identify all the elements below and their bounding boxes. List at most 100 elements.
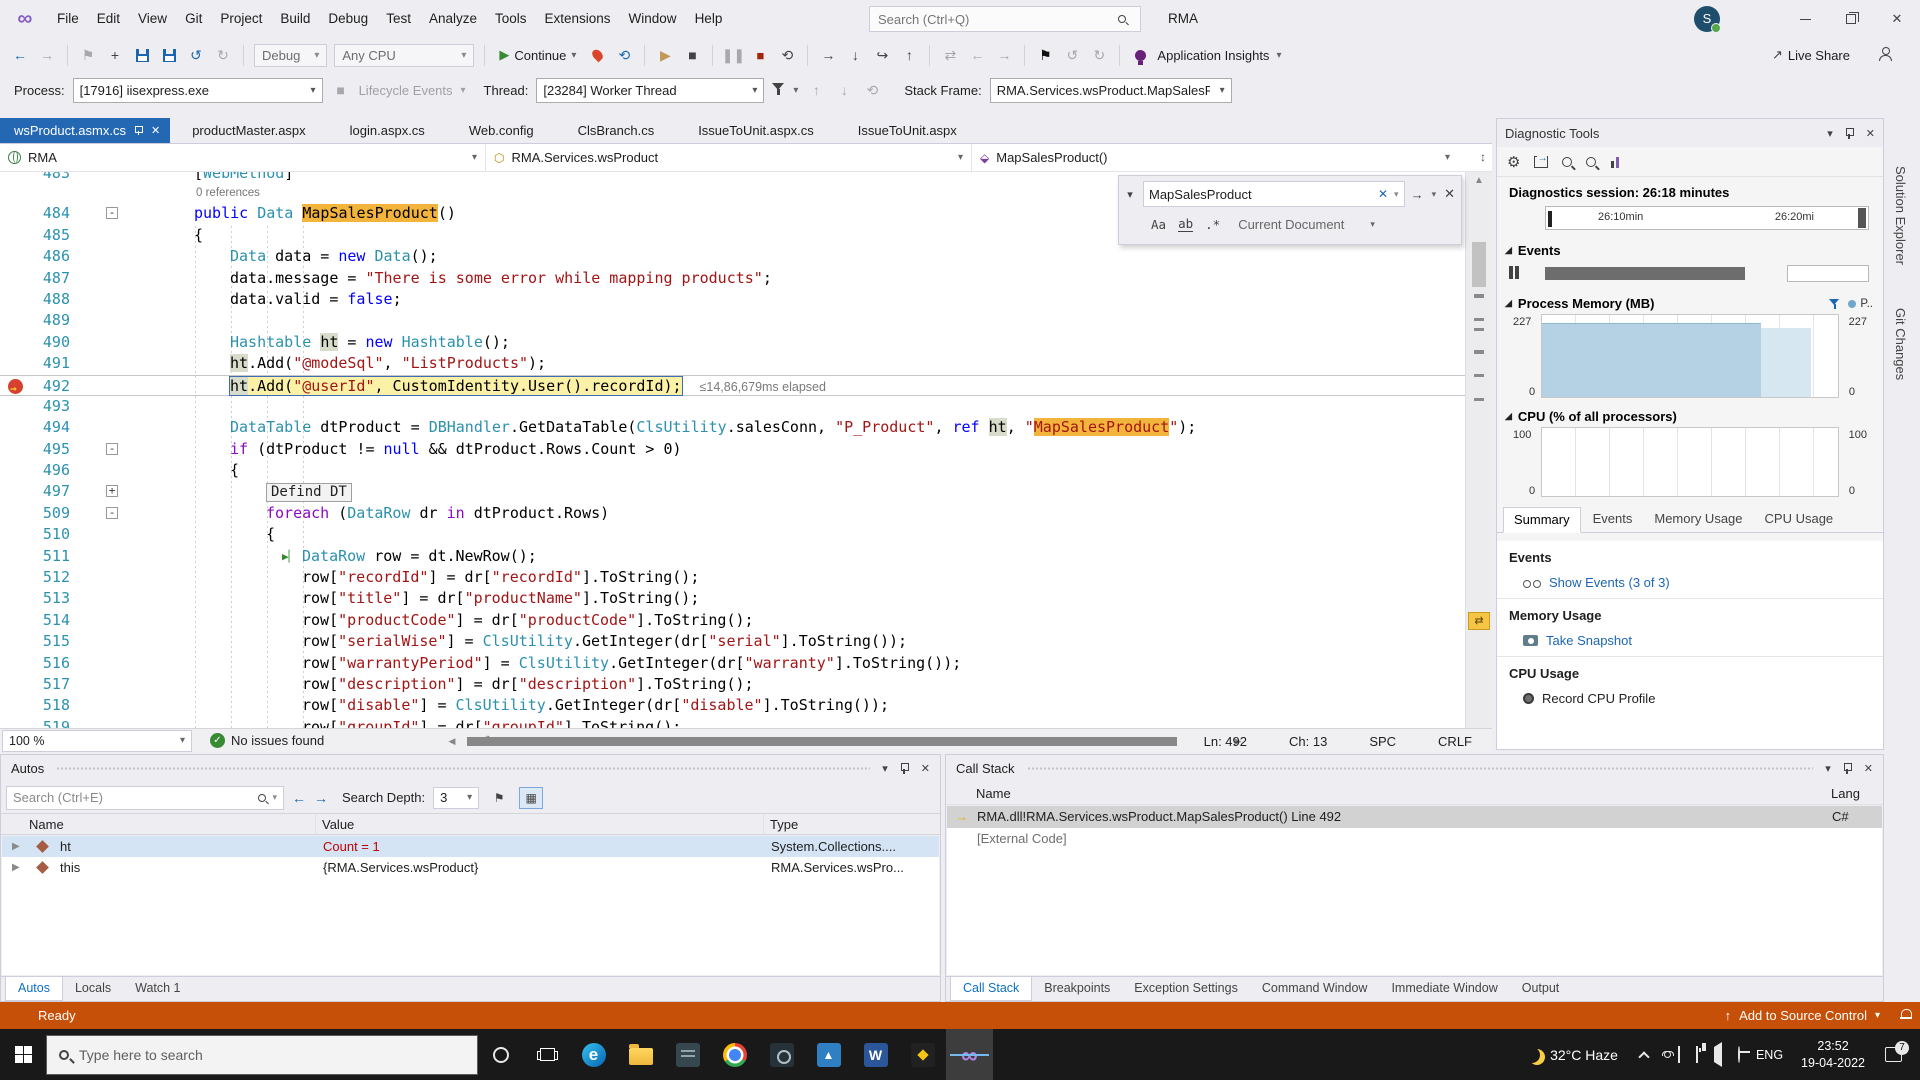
panel-tab-breakpoints[interactable]: Breakpoints <box>1032 977 1122 1001</box>
continue-button[interactable]: ▶ Continue ▾ <box>495 47 580 63</box>
scroll-left-icon[interactable]: ◀ <box>445 736 459 747</box>
panel-tab-exception-settings[interactable]: Exception Settings <box>1122 977 1250 1001</box>
variable-row-ht[interactable]: ▶htCount = 1System.Collections.... <box>2 836 939 857</box>
column-separator[interactable] <box>315 814 316 834</box>
whole-word-toggle[interactable]: ab <box>1178 216 1193 232</box>
restart-app-button[interactable]: ⟲ <box>614 45 634 65</box>
taskbar-app-photos[interactable]: ▲ <box>805 1029 852 1080</box>
taskbar-app-dark3[interactable] <box>899 1029 946 1080</box>
navigate-forward-button[interactable]: → <box>37 45 57 65</box>
code-line-492[interactable]: 492ht.Add("@userId", CustomIdentity.User… <box>0 375 1465 396</box>
close-icon[interactable]: ✕ <box>1864 762 1873 775</box>
code-line-491[interactable]: 491ht.Add("@modeSql", "ListProducts"); <box>0 353 1465 374</box>
process-dropdown[interactable]: [17916] iisexpress.exe ▾ <box>73 78 323 103</box>
code-line-516[interactable]: 516row["warrantyPeriod"] = ClsUtility.Ge… <box>0 653 1465 674</box>
memory-section-header[interactable]: ◢ Process Memory (MB) P.. <box>1497 289 1883 314</box>
pin-icon[interactable] <box>900 763 909 774</box>
events-section-header[interactable]: ◢ Events <box>1497 236 1883 261</box>
health-indicator[interactable]: ✓ No issues found <box>210 733 324 748</box>
network-tray-icon[interactable] <box>1738 1047 1740 1062</box>
diag-tab-cpu-usage[interactable]: CPU Usage <box>1755 507 1844 532</box>
code-line-493[interactable]: 493 <box>0 396 1465 417</box>
pin-icon[interactable] <box>134 126 143 135</box>
column-name[interactable]: Name <box>29 817 64 832</box>
code-editor[interactable]: 483[WebMethod]0 references484-public Dat… <box>0 172 1465 728</box>
step-out-button[interactable]: ↑ <box>899 45 919 65</box>
fold-minus-icon[interactable]: - <box>106 443 118 455</box>
hot-reload-button[interactable] <box>587 45 607 65</box>
panel-tab-call-stack[interactable]: Call Stack <box>950 977 1032 1001</box>
taskbar-app-dark1[interactable] <box>664 1029 711 1080</box>
expander-icon[interactable]: ▶ <box>12 836 20 857</box>
code-line-513[interactable]: 513row["title"] = dr["productName"].ToSt… <box>0 588 1465 609</box>
add-to-source-control-button[interactable]: ↑ Add to Source Control ▾ <box>1725 1008 1880 1023</box>
taskbar-app-dark2[interactable] <box>758 1029 805 1080</box>
show-next-statement-button[interactable]: → <box>818 45 838 65</box>
column-lang[interactable]: Lang <box>1831 786 1860 801</box>
zoom-out-icon[interactable] <box>1586 157 1596 167</box>
search-next-button[interactable]: → <box>314 790 328 806</box>
code-line-488[interactable]: 488data.valid = false; <box>0 289 1465 310</box>
code-line-519[interactable]: 519row["groupId"] = dr["groupId"].ToStri… <box>0 717 1465 728</box>
taskbar-app-word[interactable]: W <box>852 1029 899 1080</box>
new-project-button[interactable]: ⚑ <box>78 45 98 65</box>
menu-debug[interactable]: Debug <box>319 0 377 38</box>
refresh-frames-button[interactable]: ⟲ <box>862 80 882 100</box>
menu-extensions[interactable]: Extensions <box>536 0 620 38</box>
close-button[interactable]: ✕ <box>1874 0 1920 38</box>
code-line-489[interactable]: 489 <box>0 310 1465 331</box>
save-all-button[interactable] <box>159 45 179 65</box>
prev-bookmark-button[interactable]: ↺ <box>1062 45 1082 65</box>
panel-menu-icon[interactable]: ▾ <box>1825 762 1831 775</box>
document-tab-clsbranch.cs[interactable]: ClsBranch.cs <box>556 118 677 143</box>
menu-help[interactable]: Help <box>686 0 732 38</box>
menu-build[interactable]: Build <box>271 0 319 38</box>
diag-tab-memory-usage[interactable]: Memory Usage <box>1644 507 1752 532</box>
document-tab-web.config[interactable]: Web.config <box>447 118 556 143</box>
cortana-button[interactable] <box>478 1029 524 1080</box>
language-indicator[interactable]: ENG <box>1756 1048 1783 1062</box>
next-bookmark-button[interactable]: ↻ <box>1089 45 1109 65</box>
panel-menu-icon[interactable]: ▾ <box>1827 127 1833 140</box>
sidebar-tab-solution-explorer[interactable]: Solution Explorer <box>1893 166 1908 265</box>
clear-search-icon[interactable]: ✕ <box>1378 187 1388 201</box>
column-value[interactable]: Value <box>322 817 354 832</box>
record-cpu-link[interactable]: Record CPU Profile <box>1497 687 1883 714</box>
code-line-494[interactable]: 494DataTable dtProduct = DBHandler.GetDa… <box>0 417 1465 438</box>
document-tab-issuetounit.aspx[interactable]: IssueToUnit.aspx <box>836 118 979 143</box>
browser-link-button[interactable]: ▶ <box>655 45 675 65</box>
step-over-button[interactable]: ↪ <box>872 45 892 65</box>
lifecycle-events-label[interactable]: Lifecycle Events <box>359 83 453 98</box>
application-insights-label[interactable]: Application Insights <box>1157 48 1269 63</box>
search-prev-button[interactable]: ← <box>292 790 306 806</box>
find-scope-dropdown[interactable]: Current Document ▾ <box>1238 217 1375 232</box>
code-line-487[interactable]: 487data.message = "There is some error w… <box>0 268 1465 289</box>
column-name[interactable]: Name <box>976 786 1011 801</box>
solution-platform-dropdown[interactable]: Any CPU ▾ <box>334 44 474 67</box>
find-expand-chevron[interactable]: ▾ <box>1121 188 1139 201</box>
volume-tray-icon[interactable] <box>1714 1047 1722 1062</box>
restart-debugging-button[interactable]: ⟲ <box>777 45 797 65</box>
start-button[interactable] <box>0 1029 46 1080</box>
line-ending-indicator[interactable]: CRLF <box>1438 734 1472 749</box>
document-tab-productmaster.aspx[interactable]: productMaster.aspx <box>170 118 327 143</box>
taskbar-app-explorer[interactable] <box>617 1029 664 1080</box>
flag-threads-button[interactable]: ⚑ <box>487 787 511 809</box>
taskbar-app-chrome[interactable] <box>711 1029 758 1080</box>
stack-frame-dropdown[interactable]: RMA.Services.wsProduct.MapSalesProduct ▾ <box>990 78 1232 103</box>
sidebar-tab-git-changes[interactable]: Git Changes <box>1893 308 1908 380</box>
spaces-indicator[interactable]: SPC <box>1369 734 1396 749</box>
variable-row-this[interactable]: ▶this{RMA.Services.wsProduct}RMA.Service… <box>2 857 939 878</box>
stack-frame-row[interactable]: [External Code] <box>947 828 1882 850</box>
cpu-section-header[interactable]: ◢ CPU (% of all processors) <box>1497 402 1883 427</box>
code-line-509[interactable]: 509-foreach (DataRow dr in dtProduct.Row… <box>0 503 1465 524</box>
search-depth-dropdown[interactable]: 3 ▾ <box>433 787 479 809</box>
panel-tab-watch-1[interactable]: Watch 1 <box>123 977 192 1001</box>
filter-icon[interactable] <box>1829 299 1840 309</box>
task-view-button[interactable] <box>524 1029 570 1080</box>
pin-icon[interactable] <box>1843 763 1852 774</box>
find-next-button[interactable]: → <box>1409 187 1426 202</box>
fold-minus-icon[interactable]: - <box>106 207 118 219</box>
zoom-dropdown[interactable]: 100 % ▾ <box>2 730 192 752</box>
close-find-button[interactable]: ✕ <box>1442 186 1457 202</box>
